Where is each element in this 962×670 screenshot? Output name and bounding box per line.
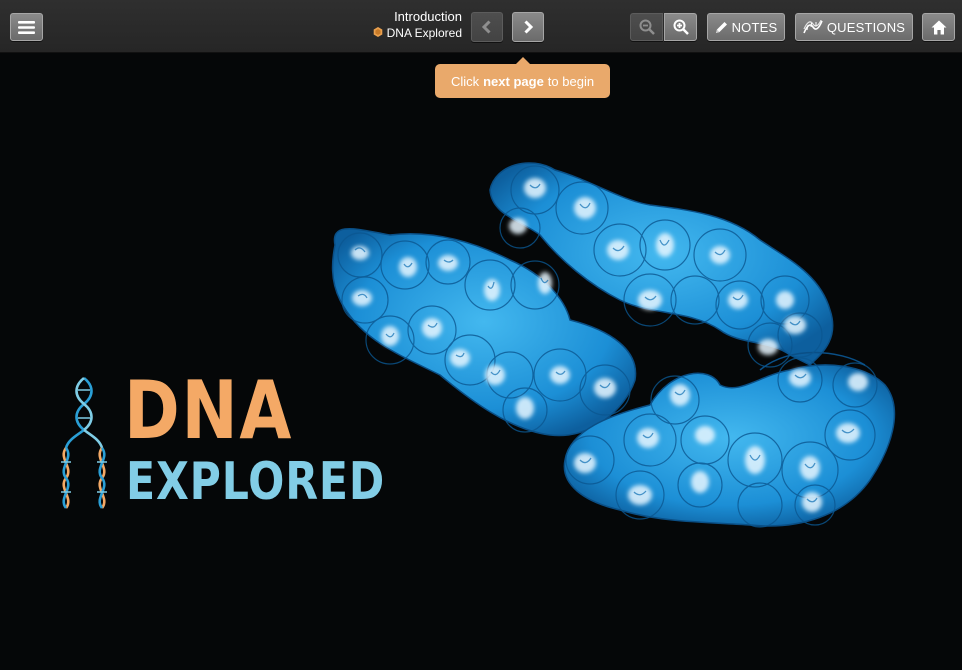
begin-hint-tooltip: Click next page to begin [435, 57, 610, 98]
page-title: Introduction [394, 9, 462, 24]
zoom-in-button[interactable] [664, 13, 697, 41]
next-page-button[interactable] [512, 12, 544, 42]
tooltip-prefix: Click [450, 73, 480, 89]
double-helix-icon [61, 376, 107, 509]
module-subtitle-label: DNA Explored [386, 26, 462, 40]
chevron-right-icon [522, 20, 534, 34]
notes-label: NOTES [731, 19, 778, 35]
module-subtitle: DNA Explored [373, 25, 462, 42]
questions-button[interactable]: QUESTIONS [795, 13, 913, 41]
page-title-block: Introduction DNA Explored [373, 8, 462, 42]
dna-strand-icon [803, 20, 823, 34]
hamburger-menu-icon [18, 20, 35, 34]
zoom-in-icon [673, 19, 689, 35]
hexagon-icon [373, 25, 383, 42]
previous-page-button[interactable] [471, 12, 503, 42]
questions-label: QUESTIONS [826, 19, 906, 35]
app-window: Introduction DNA Explored NOTES QUESTION… [0, 0, 962, 670]
chevron-left-icon [481, 20, 493, 34]
logo-title-explored: EXPLORED [126, 452, 386, 512]
menu-button[interactable] [10, 13, 43, 41]
tooltip-suffix: to begin [547, 73, 595, 89]
cell-cluster-image [320, 150, 900, 545]
zoom-out-icon [639, 19, 655, 35]
notes-button[interactable]: NOTES [707, 13, 785, 41]
logo-title-dna: DNA [124, 364, 294, 457]
zoom-out-button[interactable] [630, 13, 663, 41]
home-icon [931, 20, 947, 35]
top-toolbar: Introduction DNA Explored NOTES QUESTION… [0, 0, 962, 53]
tooltip-emphasis: next page [483, 73, 544, 89]
pencil-icon [715, 21, 728, 34]
home-button[interactable] [922, 13, 955, 41]
